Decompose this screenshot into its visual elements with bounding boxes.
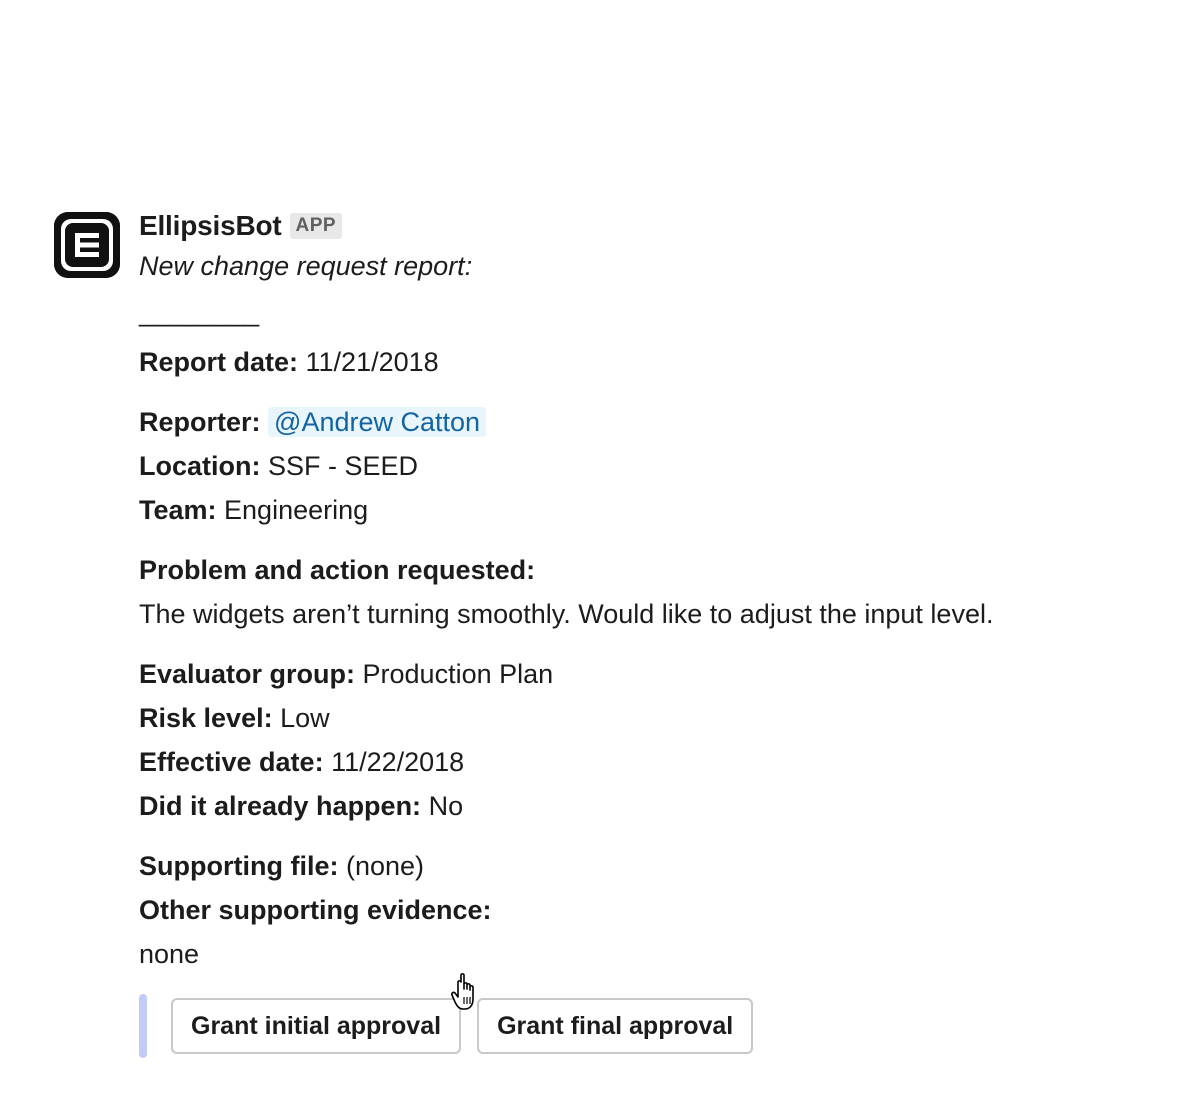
effective-date-value: 11/22/2018 [323, 747, 465, 777]
location-row: Location: SSF - SEED [139, 444, 1169, 488]
risk-level-value: Low [272, 703, 330, 733]
problem-value: The widgets aren’t turning smoothly. Wou… [139, 599, 994, 629]
hand-pointer-cursor-icon [450, 972, 484, 1012]
supporting-file-label: Supporting file: [139, 851, 339, 881]
risk-level-label: Risk level: [139, 703, 273, 733]
team-label: Team: [139, 495, 217, 525]
message-content: EllipsisBot APP New change request repor… [139, 208, 1169, 1058]
location-value: SSF - SEED [260, 451, 419, 481]
app-badge: APP [289, 213, 343, 239]
report-date-label: Report date: [139, 347, 299, 377]
evaluator-group-row: Evaluator group: Production Plan [139, 652, 1169, 696]
risk-level-row: Risk level: Low [139, 696, 1169, 740]
attachment-color-bar [139, 994, 147, 1058]
ellipsis-logo-icon[interactable] [54, 212, 120, 278]
problem-label: Problem and action requested: [139, 555, 536, 585]
grant-initial-approval-button[interactable]: Grant initial approval [171, 998, 462, 1054]
evaluator-group-value: Production Plan [355, 659, 554, 689]
already-happened-value: No [421, 791, 464, 821]
sender-name[interactable]: EllipsisBot [139, 210, 282, 242]
already-happened-row: Did it already happen: No [139, 784, 1169, 828]
text-divider: ________ [139, 297, 260, 327]
supporting-file-value: (none) [338, 851, 425, 881]
grant-final-approval-button[interactable]: Grant final approval [477, 998, 754, 1054]
message-header: EllipsisBot APP [139, 208, 1169, 244]
reporter-mention[interactable]: @Andrew Catton [268, 407, 487, 437]
report-date-row: Report date: 11/21/2018 [139, 340, 1169, 384]
reporter-label: Reporter: [139, 407, 261, 437]
team-value: Engineering [216, 495, 369, 525]
team-row: Team: Engineering [139, 488, 1169, 532]
action-attachment: Grant initial approval Grant final appro… [139, 994, 1169, 1058]
other-evidence-value: none [139, 939, 200, 969]
other-evidence-label-row: Other supporting evidence: [139, 888, 1169, 932]
other-evidence-label: Other supporting evidence: [139, 895, 492, 925]
location-label: Location: [139, 451, 261, 481]
report-date-value: 11/21/2018 [298, 347, 439, 377]
reporter-row: Reporter: @Andrew Catton [139, 400, 1169, 444]
effective-date-label: Effective date: [139, 747, 324, 777]
effective-date-row: Effective date: 11/22/2018 [139, 740, 1169, 784]
problem-label-row: Problem and action requested: [139, 548, 1169, 592]
evaluator-group-label: Evaluator group: [139, 659, 356, 689]
report-intro: New change request report: [139, 251, 473, 281]
supporting-file-row: Supporting file: (none) [139, 844, 1169, 888]
already-happened-label: Did it already happen: [139, 791, 422, 821]
